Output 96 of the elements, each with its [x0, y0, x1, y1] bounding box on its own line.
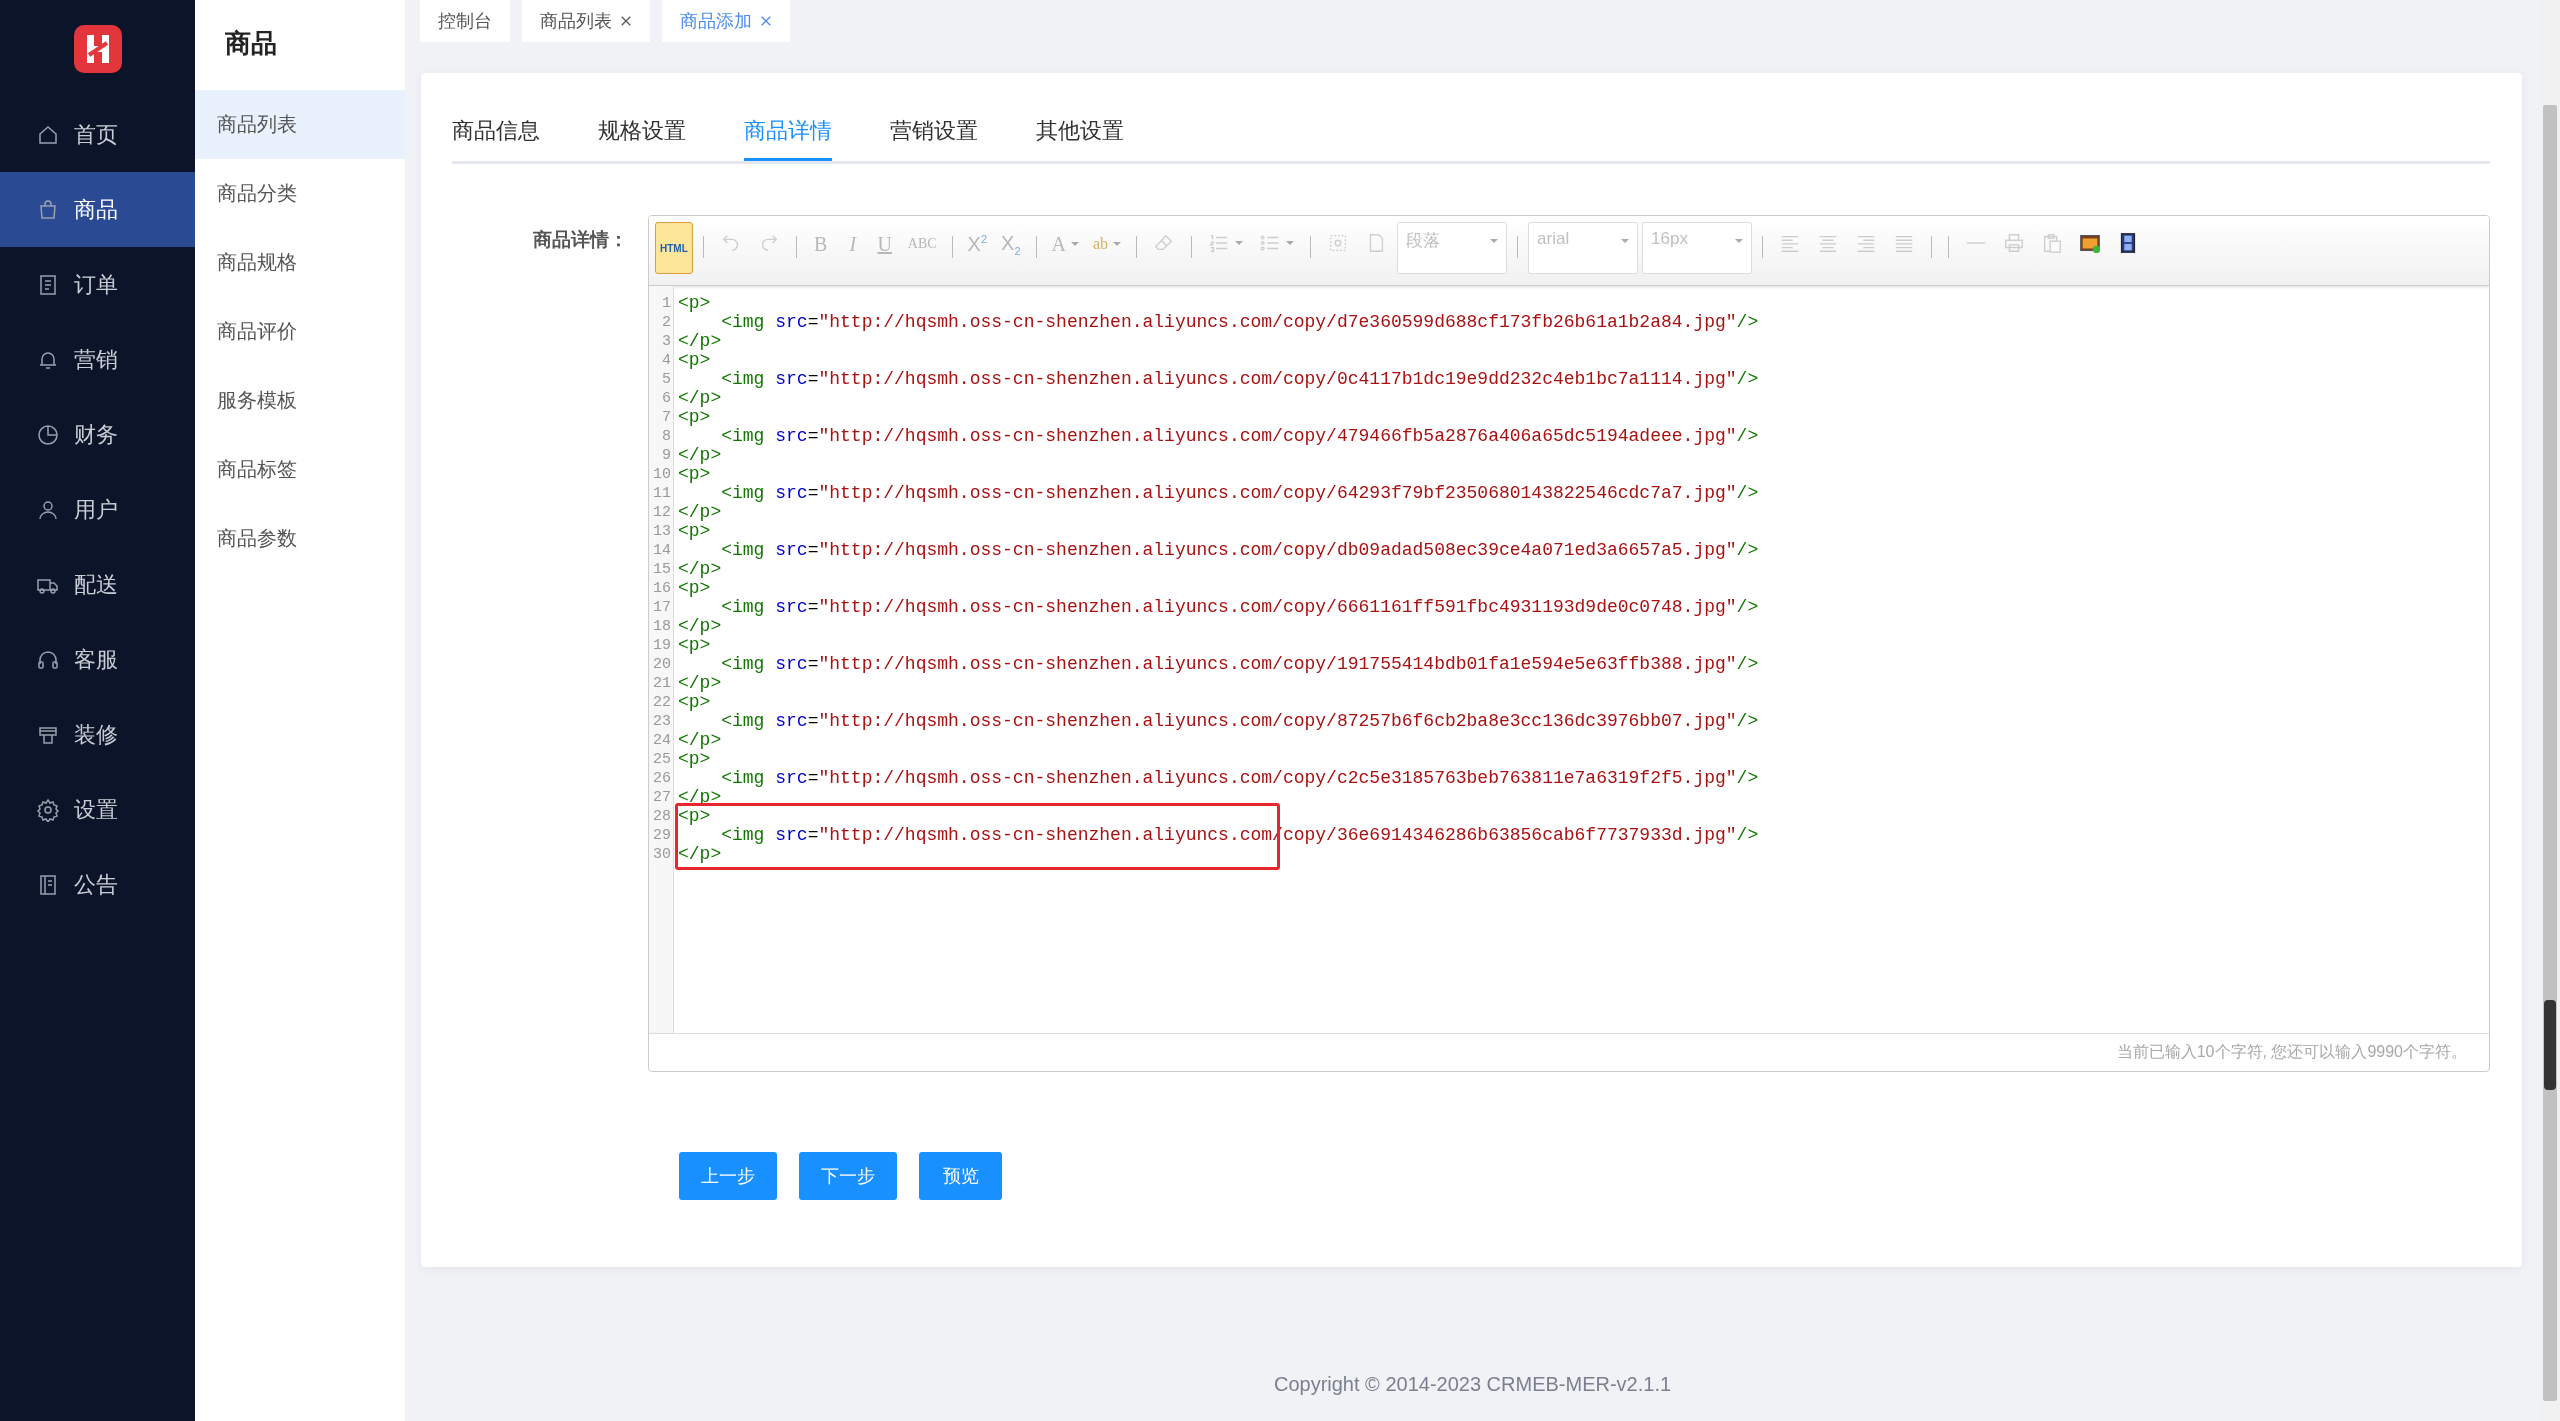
- line-number: 30: [652, 845, 672, 864]
- line-number: 17: [652, 598, 672, 617]
- nav-item[interactable]: 商品: [0, 172, 195, 247]
- pie-chart-icon: [36, 422, 60, 447]
- nav-item[interactable]: 营销: [0, 322, 195, 397]
- submenu-item[interactable]: 商品列表: [195, 90, 405, 159]
- code-line: </p>: [678, 731, 723, 750]
- code-line: <p>: [678, 294, 712, 313]
- line-number: 9: [661, 446, 672, 465]
- nav-item[interactable]: 装修: [0, 697, 195, 772]
- line-number: 4: [661, 351, 672, 370]
- code-line: <img src="http://hqsmh.oss-cn-shenzhen.aliyuncs.com/copy/479466fb5a2876a406a65dc5194adeee.jpg"/>: [721, 427, 1760, 446]
- code-line: <p>: [678, 636, 712, 655]
- line-number: 3: [661, 332, 672, 351]
- code-line: </p>: [678, 560, 723, 579]
- image-icon[interactable]: [2079, 232, 2102, 254]
- line-number: 6: [661, 389, 672, 408]
- line-number: 10: [652, 465, 672, 484]
- line-number: 1: [661, 294, 672, 313]
- code-line: <img src="http://hqsmh.oss-cn-shenzhen.aliyuncs.com/copy/db09adad508ec39ce4a071ed3a6657a5.jpg"/>: [721, 541, 1760, 560]
- submenu-item[interactable]: 商品评价: [195, 297, 405, 366]
- line-number: 13: [652, 522, 672, 541]
- tab[interactable]: 商品信息: [452, 113, 540, 161]
- line-number: 29: [652, 826, 672, 845]
- code-line: <img src="http://hqsmh.oss-cn-shenzhen.aliyuncs.com/copy/c2c5e3185763beb763811e7a6319f2f5.jpg"/>: [721, 769, 1760, 788]
- code-line: <img src="http://hqsmh.oss-cn-shenzhen.aliyuncs.com/copy/191755414bdb01fa1e594e5e63ffb388.jpg"/>: [721, 655, 1760, 674]
- nav-item[interactable]: 配送: [0, 547, 195, 622]
- line-number: 24: [652, 731, 672, 750]
- rich-text-editor[interactable]: [648, 215, 2490, 1072]
- submenu-item[interactable]: 商品分类: [195, 159, 405, 228]
- field-label: 商品详情：: [532, 228, 629, 252]
- code-line: <p>: [678, 693, 712, 712]
- code-line: </p>: [678, 503, 723, 522]
- submenu-item[interactable]: 商品标签: [195, 435, 405, 504]
- line-number: 22: [652, 693, 672, 712]
- line-number: 19: [652, 636, 672, 655]
- code-line: </p>: [678, 389, 723, 408]
- line-number: 12: [652, 503, 672, 522]
- code-line: <p>: [678, 351, 712, 370]
- page-tab[interactable]: 商品列表: [522, 0, 650, 42]
- code-line: </p>: [678, 845, 723, 864]
- submenu-item[interactable]: 服务模板: [195, 366, 405, 435]
- logo-icon: [73, 25, 122, 73]
- side-widget[interactable]: [2544, 1000, 2556, 1090]
- html-source-button[interactable]: HTML: [655, 222, 693, 274]
- submenu-item[interactable]: 商品规格: [195, 228, 405, 297]
- code-line: <img src="http://hqsmh.oss-cn-shenzhen.aliyuncs.com/copy/d7e360599d688cf173fb26b61a1b2a84.jpg"/>: [721, 313, 1760, 332]
- line-number: 7: [661, 408, 672, 427]
- line-number: 2: [661, 313, 672, 332]
- nav-item[interactable]: 公告: [0, 847, 195, 922]
- close-icon[interactable]: [760, 15, 772, 27]
- submenu-item[interactable]: 商品参数: [195, 504, 405, 573]
- line-number: 11: [652, 484, 672, 503]
- code-line: </p>: [678, 332, 723, 351]
- scrollbar-thumb[interactable]: [2543, 105, 2557, 1401]
- line-number: 8: [661, 427, 672, 446]
- line-number: 15: [652, 560, 672, 579]
- line-number: 27: [652, 788, 672, 807]
- line-number: 16: [652, 579, 672, 598]
- code-line: <p>: [678, 807, 712, 826]
- code-line: <p>: [678, 465, 712, 484]
- line-number: 21: [652, 674, 672, 693]
- copyright-text: Copyright © 2014-2023 CRMEB-MER-v2.1.1: [1272, 1373, 1673, 1396]
- code-line: <img src="http://hqsmh.oss-cn-shenzhen.aliyuncs.com/copy/6661161ff591fbc4931193d9de0c0748.jpg"/>: [721, 598, 1760, 617]
- line-number: 14: [652, 541, 672, 560]
- tab[interactable]: 营销设置: [890, 113, 978, 161]
- code-line: <img src="http://hqsmh.oss-cn-shenzhen.aliyuncs.com/copy/64293f79bf2350680143822546cdc7a7.jpg"/>: [721, 484, 1760, 503]
- nav-item[interactable]: 设置: [0, 772, 195, 847]
- line-number: 5: [661, 370, 672, 389]
- line-number: 26: [652, 769, 672, 788]
- line-number: 20: [652, 655, 672, 674]
- code-line: <img src="http://hqsmh.oss-cn-shenzhen.aliyuncs.com/copy/0c4117b1dc19e9dd232c4eb1bc7a1114.jpg"/>: [721, 370, 1760, 389]
- word-count: 当前已输入10个字符, 您还可以输入9990个字符。: [2116, 1042, 2467, 1062]
- code-line: <p>: [678, 750, 712, 769]
- code-line: <p>: [678, 579, 712, 598]
- code-line: </p>: [678, 674, 723, 693]
- submenu-title: 商品: [224, 27, 278, 60]
- page-tab[interactable]: 控制台: [420, 0, 510, 42]
- tab[interactable]: 规格设置: [598, 113, 686, 161]
- code-line: <img src="http://hqsmh.oss-cn-shenzhen.aliyuncs.com/copy/87257b6f6cb2ba8e3cc136dc3976bb07.jpg"/>: [721, 712, 1760, 731]
- gear-icon: [36, 797, 60, 822]
- tab[interactable]: 其他设置: [1036, 113, 1124, 161]
- line-number: 18: [652, 617, 672, 636]
- code-line: <p>: [678, 522, 712, 541]
- nav-item[interactable]: 订单: [0, 247, 195, 322]
- line-number: 28: [652, 807, 672, 826]
- code-line: </p>: [678, 617, 723, 636]
- code-line: <p>: [678, 408, 712, 427]
- line-number: 23: [652, 712, 672, 731]
- line-number: 25: [652, 750, 672, 769]
- close-icon[interactable]: [620, 15, 632, 27]
- code-line: </p>: [678, 446, 723, 465]
- nav-item[interactable]: 财务: [0, 397, 195, 472]
- nav-item[interactable]: 客服: [0, 622, 195, 697]
- nav-item[interactable]: 用户: [0, 472, 195, 547]
- nav-item[interactable]: 首页: [0, 97, 195, 172]
